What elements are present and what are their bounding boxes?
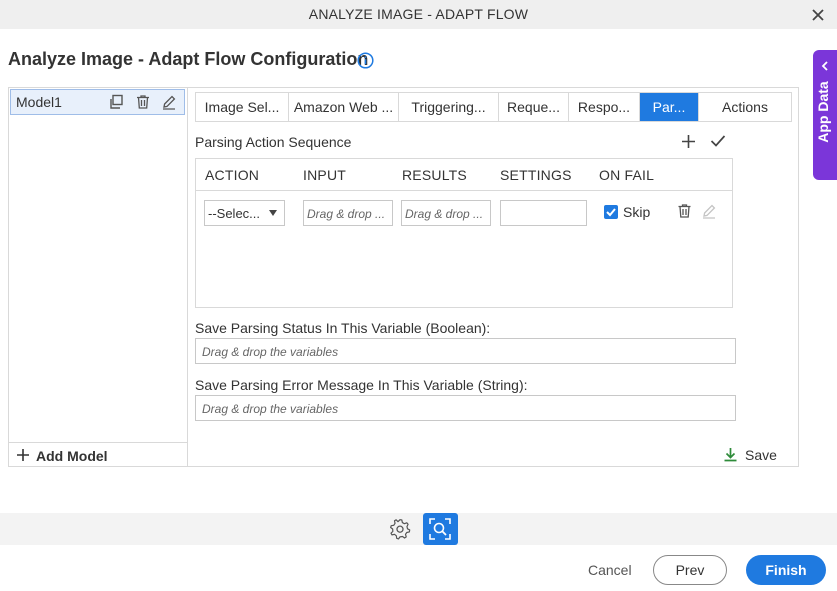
status-variable-placeholder: Drag & drop the variables [202, 345, 339, 359]
gear-icon[interactable] [389, 518, 411, 540]
add-row-icon[interactable] [681, 134, 696, 149]
app-data-panel-toggle[interactable]: App Data [813, 50, 837, 180]
info-icon[interactable] [357, 52, 374, 69]
input-drop-target[interactable]: Drag & drop ... [303, 200, 393, 226]
trash-icon[interactable] [677, 203, 692, 219]
tab-image-selection[interactable]: Image Sel... [196, 93, 289, 121]
model-list-item[interactable]: Model1 [10, 89, 185, 115]
column-header-results: RESULTS [402, 167, 467, 183]
trash-icon[interactable] [135, 94, 151, 110]
save-label: Save [745, 447, 777, 463]
status-variable-drop-target[interactable]: Drag & drop the variables [195, 338, 736, 364]
prev-button[interactable]: Prev [653, 555, 727, 585]
plus-icon [17, 449, 29, 461]
action-select[interactable]: --Selec... [204, 200, 285, 226]
add-model-button[interactable]: Add Model [8, 442, 187, 467]
finish-button[interactable]: Finish [746, 555, 826, 585]
tab-amazon-web-services[interactable]: Amazon Web ... [289, 93, 399, 121]
column-header-action: ACTION [205, 167, 260, 183]
copy-icon[interactable] [108, 94, 124, 110]
parsing-action-table: ACTION INPUT RESULTS SETTINGS ON FAIL [195, 158, 733, 308]
add-model-label: Add Model [36, 448, 108, 464]
input-placeholder: Drag & drop ... [307, 207, 386, 221]
column-header-on-fail: ON FAIL [599, 167, 655, 183]
check-icon[interactable] [710, 134, 726, 148]
status-variable-label: Save Parsing Status In This Variable (Bo… [195, 320, 491, 336]
parsing-section-title: Parsing Action Sequence [195, 134, 352, 150]
app-data-label: App Data [815, 81, 831, 143]
error-variable-drop-target[interactable]: Drag & drop the variables [195, 395, 736, 421]
analyze-image-tool-button[interactable] [423, 513, 458, 545]
checkmark-icon [606, 208, 616, 217]
results-drop-target[interactable]: Drag & drop ... [401, 200, 491, 226]
results-placeholder: Drag & drop ... [405, 207, 484, 221]
page-title: Analyze Image - Adapt Flow Configuration [8, 49, 369, 69]
model-name: Model1 [16, 94, 62, 110]
tab-request[interactable]: Reque... [499, 93, 569, 121]
tab-triggering[interactable]: Triggering... [399, 93, 499, 121]
error-variable-placeholder: Drag & drop the variables [202, 402, 339, 416]
window-title: ANALYZE IMAGE - ADAPT FLOW [308, 6, 529, 22]
settings-field[interactable] [500, 200, 587, 226]
image-search-icon [429, 518, 451, 540]
model-list-panel [8, 87, 188, 467]
tab-actions[interactable]: Actions [699, 93, 791, 121]
column-header-input: INPUT [303, 167, 346, 183]
tab-bar: Image Sel... Amazon Web ... Triggering..… [195, 92, 792, 122]
skip-checkbox[interactable] [604, 205, 618, 219]
close-icon[interactable] [809, 6, 827, 24]
title-bar: ANALYZE IMAGE - ADAPT FLOW [0, 0, 837, 29]
action-select-value: --Selec... [208, 206, 261, 221]
cancel-button[interactable]: Cancel [588, 562, 632, 578]
bottom-toolbar [0, 513, 837, 545]
caret-down-icon [269, 210, 277, 216]
tab-parsing[interactable]: Par... [640, 93, 699, 121]
skip-label: Skip [623, 204, 651, 220]
edit-icon[interactable] [701, 203, 717, 219]
error-variable-label: Save Parsing Error Message In This Varia… [195, 377, 528, 393]
column-header-settings: SETTINGS [500, 167, 572, 183]
table-header: ACTION INPUT RESULTS SETTINGS ON FAIL [196, 159, 732, 191]
tab-response[interactable]: Respo... [569, 93, 640, 121]
edit-icon[interactable] [161, 94, 177, 110]
download-icon [724, 448, 737, 462]
